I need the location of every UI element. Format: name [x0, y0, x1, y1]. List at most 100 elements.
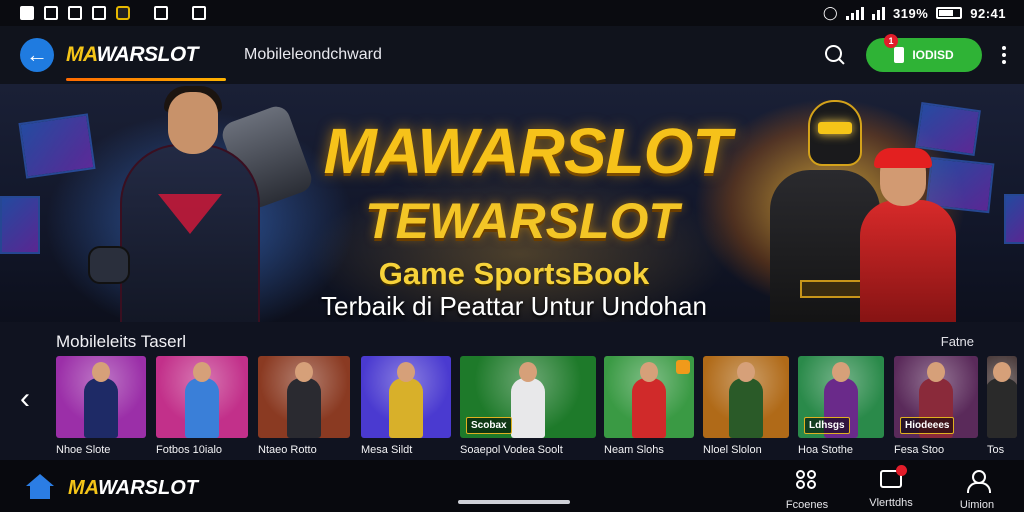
game-tile[interactable]: Nhoe Slote [56, 356, 146, 456]
game-thumbnail: Hiodeees [894, 356, 978, 438]
hero-banner[interactable]: MAWARSLOT TEWARSLOT Game SportsBook Terb… [0, 84, 1024, 334]
notification-badge: 1 [884, 34, 898, 48]
more-menu-icon[interactable] [1002, 46, 1006, 64]
gesture-handle[interactable] [458, 500, 570, 504]
game-title: Nloel Slolon [703, 444, 762, 456]
player-head [640, 362, 658, 382]
hero-title: MAWARSLOT [323, 115, 732, 187]
see-more-link[interactable]: Fatne [941, 334, 974, 349]
game-tile[interactable]: Mesa Sildt [361, 356, 451, 456]
player-head [993, 362, 1011, 382]
game-thumbnail [361, 356, 451, 438]
game-category-section: Mobileleits Taserl Fatne ‹ › Nhoe SloteF… [0, 322, 1024, 460]
game-title: Soaepol Vodea Soolt [460, 444, 563, 456]
logo-underline [66, 78, 226, 81]
photo-icon [192, 6, 206, 20]
chevron-left-icon[interactable]: ‹ [14, 382, 36, 416]
player-head [397, 362, 415, 382]
bottom-brand-logo[interactable]: MAWARSLOT [68, 477, 198, 500]
download-label: IODISD [912, 48, 954, 62]
signal-icon [846, 6, 864, 20]
game-thumbnail [156, 356, 248, 438]
game-title: Ntaeo Rotto [258, 444, 317, 456]
game-thumbnail [258, 356, 350, 438]
game-title: Nhoe Slote [56, 444, 111, 456]
game-title: Mesa Sildt [361, 444, 413, 456]
notification-dot [896, 465, 907, 476]
arrow-left-icon: ← [26, 42, 48, 67]
player-figure [987, 378, 1017, 438]
notification-icon [20, 6, 34, 20]
game-tile[interactable]: Tos [987, 356, 1017, 456]
status-bar-right: ◯ 319% 92:41 [823, 5, 1006, 21]
player-figure [511, 378, 545, 438]
battery-percent: 319% [893, 5, 929, 21]
header-subtitle: Mobileleondchward [244, 46, 382, 63]
nav-item-messages[interactable]: Vlerttdhs [856, 465, 926, 509]
game-thumbnail-caption: Hiodeees [900, 417, 955, 434]
game-thumbnail [987, 356, 1017, 438]
player-figure [185, 378, 219, 438]
game-thumbnail-caption: Ldhsgs [804, 417, 850, 434]
game-title: Hoa Stothe [798, 444, 854, 456]
player-head [92, 362, 110, 382]
game-thumbnail: Ldhsgs [798, 356, 884, 438]
game-carousel: Nhoe Slote Fotbos 10ialo Ntaeo Rotto Mesa S… [56, 356, 1017, 460]
gallery-icon [44, 6, 58, 20]
player-figure [287, 378, 321, 438]
player-figure [632, 378, 666, 438]
section-title: Mobileleits Taserl [56, 332, 187, 351]
hero-title-secondary: TEWARSLOT [365, 193, 679, 249]
status-bar-left [20, 6, 206, 20]
battery-icon [936, 7, 963, 19]
home-icon[interactable] [26, 474, 54, 500]
game-tile[interactable]: Scobax Soaepol Vodea Soolt [460, 356, 596, 456]
clock: 92:41 [970, 5, 1006, 21]
vpn-icon [92, 6, 106, 20]
player-figure [84, 378, 118, 438]
hot-tag-icon [676, 360, 690, 374]
game-tile[interactable]: Hiodeees Fesa Stoo [894, 356, 978, 456]
game-tile[interactable]: Ntaeo Rotto [258, 356, 350, 456]
grid-icon [796, 470, 818, 490]
hero-tagline: Terbaik di Peattar Untur Undohan [321, 291, 707, 321]
phone-icon [894, 47, 905, 63]
player-figure [729, 378, 763, 438]
media-icon [116, 6, 130, 20]
edit-icon [154, 6, 168, 20]
game-tile[interactable]: Fotbos 10ialo [156, 356, 248, 456]
download-button[interactable]: 1 IODISD [866, 34, 982, 72]
app-header: ← MAWARSLOT Mobileleondchward 1 IODISD [0, 26, 1024, 84]
player-figure [389, 378, 423, 438]
game-thumbnail: Scobax [460, 356, 596, 438]
player-head [927, 362, 945, 382]
game-thumbnail-caption: Scobax [466, 417, 512, 434]
game-thumbnail [604, 356, 694, 438]
player-head [519, 362, 537, 382]
nav-item-games[interactable]: Fcoenes [772, 470, 842, 511]
game-title: Fesa Stoo [894, 444, 945, 456]
game-thumbnail [703, 356, 789, 438]
game-tile[interactable]: Ldhsgs Hoa Stothe [798, 356, 884, 456]
signal-2-icon [872, 6, 885, 20]
game-tile[interactable]: Nloel Slolon [703, 356, 789, 456]
game-thumbnail [56, 356, 146, 438]
back-button[interactable]: ← [20, 38, 54, 72]
player-head [193, 362, 211, 382]
player-head [737, 362, 755, 382]
game-title: Tos [987, 444, 1005, 456]
brand-logo[interactable]: MAWARSLOT [66, 43, 198, 67]
nav-item-profile[interactable]: Uimion [942, 470, 1012, 511]
status-bar: ◯ 319% 92:41 [0, 0, 1024, 26]
message-icon [880, 465, 907, 488]
alarm-icon: ◯ [822, 5, 838, 20]
game-title: Fotbos 10ialo [156, 444, 223, 456]
user-icon [966, 470, 991, 493]
game-tile[interactable]: Neam Slohs [604, 356, 694, 456]
bottom-navigation: MAWARSLOT Fcoenes Vlerttdhs Uimion [0, 460, 1024, 512]
search-icon[interactable] [824, 44, 846, 66]
app-icon [68, 6, 82, 20]
game-title: Neam Slohs [604, 444, 664, 456]
player-head [295, 362, 313, 382]
player-head [832, 362, 850, 382]
